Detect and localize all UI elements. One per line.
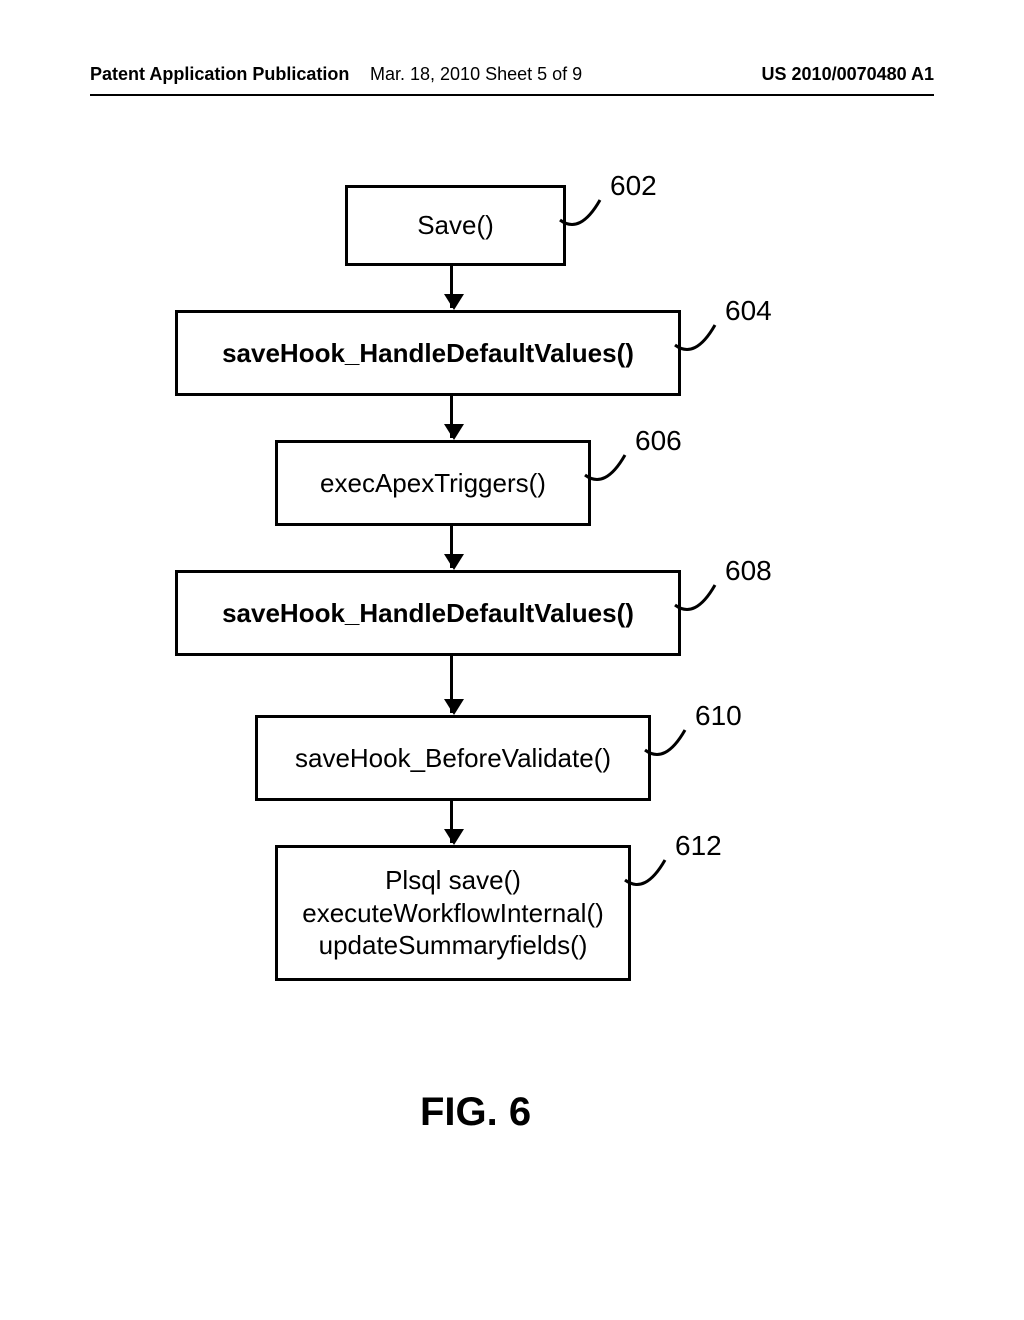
ref-num-608: 608 — [725, 555, 772, 587]
flow-box-602-text: Save() — [409, 205, 502, 246]
flow-box-612: Plsql save() executeWorkflowInternal() u… — [275, 845, 631, 981]
flow-box-606: execApexTriggers() — [275, 440, 591, 526]
figure-caption: FIG. 6 — [420, 1090, 531, 1135]
flow-box-610: saveHook_BeforeValidate() — [255, 715, 651, 801]
flow-box-604: saveHook_HandleDefaultValues() — [175, 310, 681, 396]
header-pub-number: US 2010/0070480 A1 — [762, 64, 934, 85]
arrow-608-610 — [450, 653, 453, 713]
ref-num-606: 606 — [635, 425, 682, 457]
ref-num-604: 604 — [725, 295, 772, 327]
header-date-sheet: Mar. 18, 2010 Sheet 5 of 9 — [370, 64, 582, 85]
flow-box-608-text: saveHook_HandleDefaultValues() — [214, 593, 642, 634]
arrow-606-608 — [450, 523, 453, 568]
header-rule — [90, 94, 934, 96]
flow-box-610-text: saveHook_BeforeValidate() — [287, 738, 619, 779]
arrow-604-606 — [450, 393, 453, 438]
header-publication-label: Patent Application Publication — [90, 64, 349, 85]
flow-box-606-text: execApexTriggers() — [312, 463, 554, 504]
arrow-602-604 — [450, 263, 453, 308]
flow-box-608: saveHook_HandleDefaultValues() — [175, 570, 681, 656]
ref-num-612: 612 — [675, 830, 722, 862]
ref-num-610: 610 — [695, 700, 742, 732]
flow-box-604-text: saveHook_HandleDefaultValues() — [214, 333, 642, 374]
ref-num-602: 602 — [610, 170, 657, 202]
flow-box-612-text: Plsql save() executeWorkflowInternal() u… — [294, 860, 612, 966]
arrow-610-612 — [450, 798, 453, 843]
patent-page: Patent Application Publication Mar. 18, … — [0, 0, 1024, 1320]
flow-box-602: Save() — [345, 185, 566, 266]
